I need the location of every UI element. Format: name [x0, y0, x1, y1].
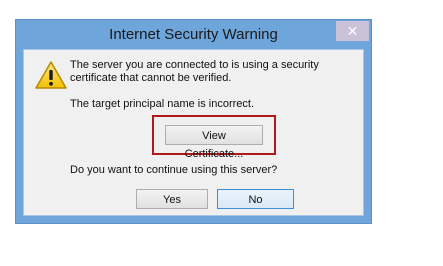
yes-button[interactable]: Yes: [136, 189, 208, 209]
dialog-body: The server you are connected to is using…: [23, 49, 364, 216]
screen: Internet Security Warning ✕ The server y…: [0, 0, 443, 266]
view-certificate-button[interactable]: View Certificate...: [165, 125, 263, 160]
close-button[interactable]: ✕: [336, 21, 369, 41]
principal-name-text: The target principal name is incorrect.: [70, 98, 255, 110]
continue-question-text: Do you want to continue using this serve…: [70, 164, 278, 176]
no-button[interactable]: No: [217, 189, 294, 209]
dialog-title: Internet Security Warning: [109, 26, 278, 43]
title-bar[interactable]: Internet Security Warning ✕: [16, 20, 371, 50]
certificate-warning-text: The server you are connected to is using…: [70, 59, 319, 84]
warning-icon: [35, 61, 67, 89]
close-icon: ✕: [346, 23, 359, 39]
security-warning-dialog: Internet Security Warning ✕ The server y…: [15, 19, 372, 224]
